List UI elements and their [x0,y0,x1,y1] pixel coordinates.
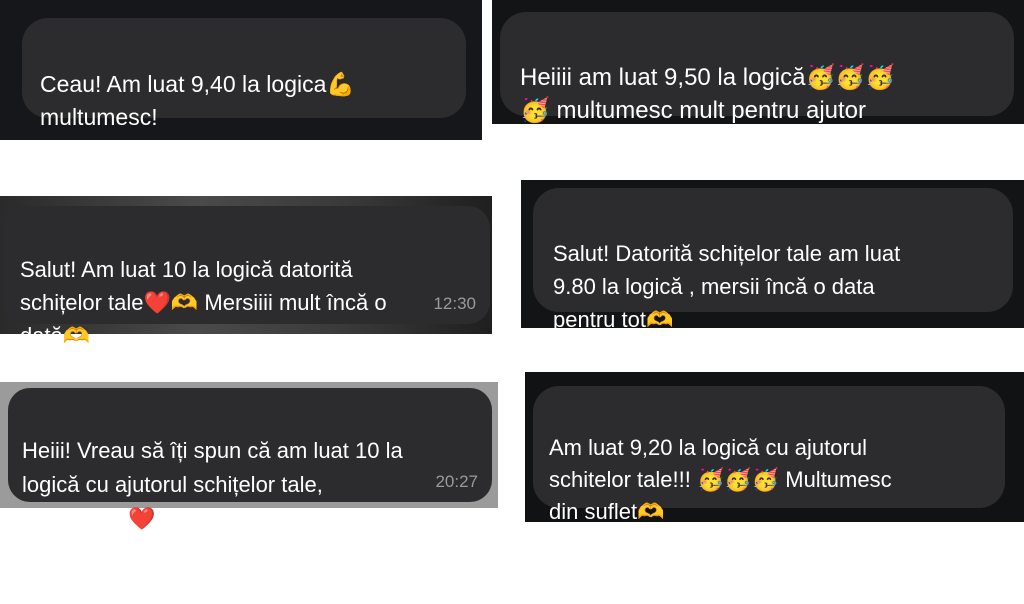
message-text: Ceau! Am luat 9,40 la logica💪 multumesc! [40,71,356,130]
message-text: Heiii! Vreau să îți spun că am luat 10 l… [22,438,403,531]
message-text: Heiiii am luat 9,50 la logică🥳🥳🥳 🥳 multu… [520,64,896,124]
message-text: Salut! Am luat 10 la logică datorită sch… [20,257,387,348]
message-timestamp: 12:30 [433,294,476,313]
message-bubble: Am luat 9,20 la logică cu ajutorul schit… [533,386,1005,524]
message-bubble: Heiii! Vreau să îți spun că am luat 10 l… [8,388,492,531]
message-bubble: Salut! Am luat 10 la logică datorită sch… [4,206,490,348]
screenshot-4: Salut! Datorită schițelor tale am luat 9… [521,180,1024,332]
message-timestamp: 20:27 [435,472,478,491]
screenshot-6: Am luat 9,20 la logică cu ajutorul schit… [525,372,1024,524]
message-text: Am luat 9,20 la logică cu ajutorul schit… [549,435,892,524]
message-bubble: Ceau! Am luat 9,40 la logica💪 multumesc! [22,18,466,130]
message-bubble: Heiiii am luat 9,50 la logică🥳🥳🥳 🥳 multu… [500,12,1014,124]
screenshot-1: Ceau! Am luat 9,40 la logica💪 multumesc! [0,0,482,140]
message-text: Salut! Datorită schițelor tale am luat 9… [553,241,901,332]
screenshot-5: Heiii! Vreau să îți spun că am luat 10 l… [0,382,498,531]
screenshot-2: Heiiii am luat 9,50 la logică🥳🥳🥳 🥳 multu… [492,0,1024,124]
screenshot-3: Salut! Am luat 10 la logică datorită sch… [0,196,492,348]
message-bubble: Salut! Datorită schițelor tale am luat 9… [533,188,1013,332]
